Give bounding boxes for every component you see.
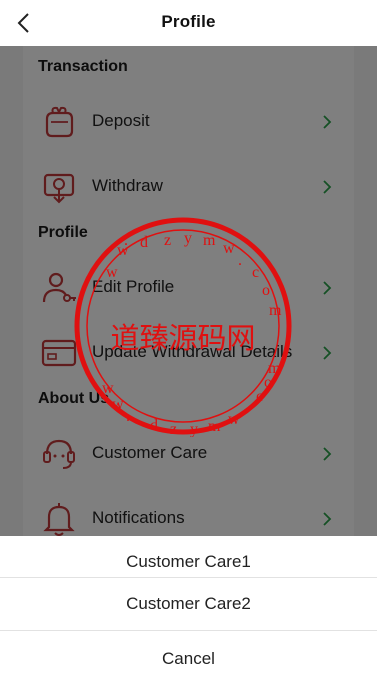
- svg-text:w: w: [106, 264, 118, 281]
- svg-text:y: y: [184, 230, 192, 247]
- action-sheet: Customer Care1 Customer Care2 Cancel: [0, 536, 377, 668]
- svg-text:.: .: [124, 232, 128, 249]
- svg-text:w: w: [228, 411, 240, 428]
- svg-text:.: .: [244, 400, 248, 417]
- svg-text:m: m: [203, 232, 216, 249]
- svg-text:.: .: [238, 252, 242, 269]
- svg-text:.: .: [126, 408, 130, 425]
- svg-text:d: d: [140, 234, 148, 251]
- svg-text:w: w: [112, 396, 124, 413]
- svg-text:m: m: [269, 302, 282, 319]
- svg-text:z: z: [164, 232, 171, 249]
- stamp-seal-icon: 道臻源码网 ww. dzy m w. com ww. dzy m w. com: [74, 217, 292, 438]
- svg-text:c: c: [252, 264, 259, 281]
- svg-text:d: d: [150, 417, 158, 434]
- svg-text:z: z: [170, 421, 177, 437]
- page-title: Profile: [161, 12, 216, 31]
- top-bar: Profile: [0, 0, 377, 46]
- svg-text:o: o: [262, 282, 270, 299]
- svg-text:w: w: [223, 240, 235, 257]
- action-option-customer-care-2[interactable]: Customer Care2: [0, 578, 377, 630]
- divider: [0, 630, 377, 631]
- watermark-stamp: 道臻源码网 ww. dzy mw. com ww. dzy mw. com: [72, 215, 294, 438]
- svg-text:y: y: [190, 421, 198, 437]
- cancel-button[interactable]: Cancel: [0, 633, 377, 685]
- svg-text:道臻源码网: 道臻源码网: [110, 321, 255, 355]
- svg-text:w: w: [102, 380, 114, 397]
- svg-text:c: c: [256, 388, 263, 405]
- svg-text:m: m: [208, 418, 221, 435]
- svg-text:m: m: [268, 360, 281, 377]
